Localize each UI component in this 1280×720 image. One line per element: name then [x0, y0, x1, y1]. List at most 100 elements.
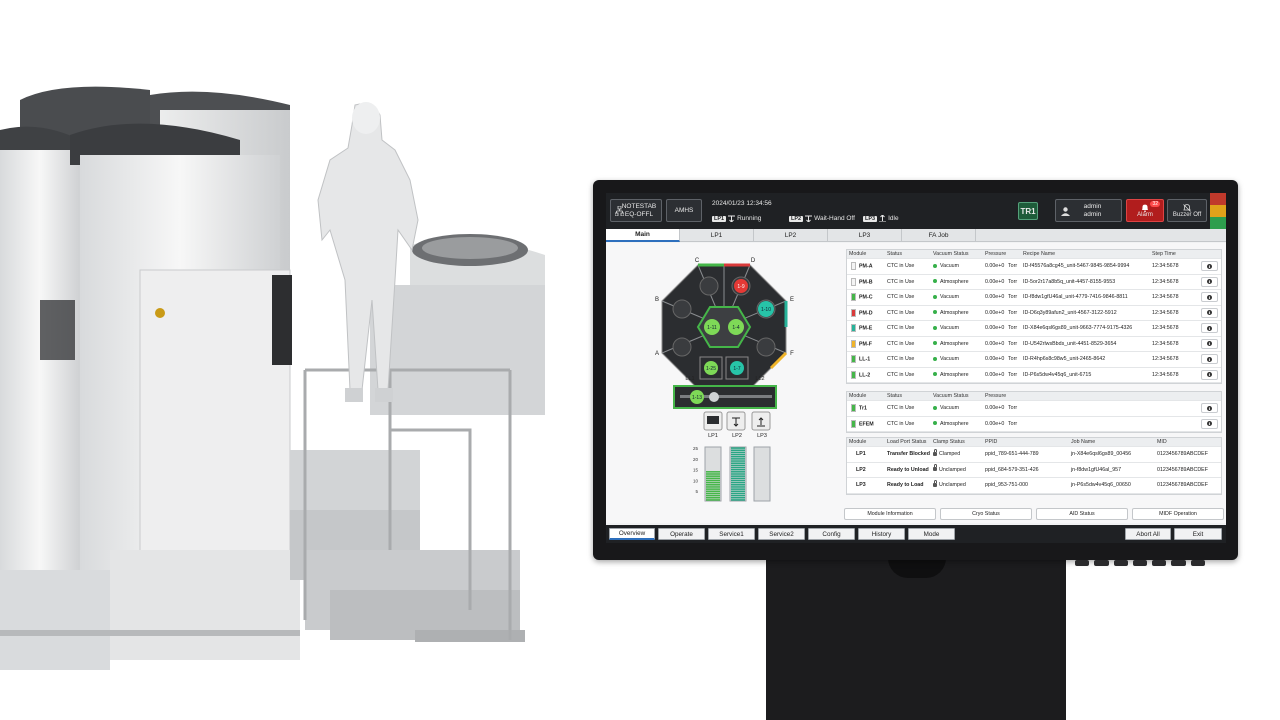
table-row[interactable]: PM-C CTC in Use Vacuum 0.00e+0 Torr ID-f8dw1g… — [847, 290, 1221, 306]
wafer-slot — [731, 455, 745, 458]
pressure-cell: 0.00e+0 — [985, 309, 1005, 316]
button-label: Module Information — [867, 511, 913, 517]
cryo-status-button[interactable]: Cryo Status — [940, 508, 1032, 520]
info-icon: i — [1207, 356, 1212, 362]
status-cell: CTC in Use — [887, 309, 915, 316]
wafer-label: 1-9 — [737, 284, 744, 290]
wafer-label: 1-7 — [733, 366, 740, 372]
table-row[interactable]: PM-F CTC in Use Atmosphere 0.00e+0 Torr ID-U5… — [847, 337, 1221, 352]
lp3-slot-gauge[interactable] — [753, 446, 771, 502]
abort-all-button[interactable]: Abort All — [1125, 528, 1171, 540]
amhs-button[interactable]: AMHS — [666, 199, 702, 222]
lp3-state: LP3 Idle — [863, 215, 899, 222]
table-row[interactable]: LL-2 CTC in Use Atmosphere 0.00e+0 Torr ID-P6… — [847, 368, 1221, 383]
lp3-tag: LP3 — [863, 215, 878, 222]
footer-tab-config[interactable]: Config — [808, 528, 855, 540]
aid-status-button[interactable]: AID Status — [1036, 508, 1128, 520]
tool-status-button[interactable]: NOTESTAB EQ-OFFL — [610, 199, 662, 222]
footer-tab-history[interactable]: History — [858, 528, 905, 540]
pm-f-chamber[interactable] — [756, 337, 776, 357]
wafer-slot — [731, 490, 745, 493]
vacuum-status: Atmosphere — [940, 371, 969, 378]
table-header-row: Module Status Vacuum Status Pressure Recipe … — [847, 250, 1221, 259]
clamp-status: Clamped — [939, 451, 961, 458]
alarm-button[interactable]: Alarm 32 — [1126, 199, 1164, 222]
recipe-cell: ID-P6s5dw4v45q6_unit-6715 — [1023, 371, 1092, 378]
recipe-cell: ID-X84e6qsl6gs89_unit-9663-7774-9175-432… — [1023, 325, 1133, 332]
tab-lp3[interactable]: LP3 — [828, 229, 902, 242]
user-button[interactable]: admin admin — [1055, 199, 1122, 222]
wafer-slot — [706, 473, 720, 475]
module-cell: PM-C — [851, 293, 873, 302]
wafer-slot — [731, 499, 745, 501]
tab-main[interactable]: Main — [606, 229, 680, 242]
step-time-cell: 12:34:5678 — [1152, 325, 1179, 332]
table-row[interactable]: PM-B CTC in Use Atmosphere 0.00e+0 Torr ID-5o… — [847, 275, 1221, 290]
vacuum-status: Atmosphere — [940, 278, 969, 285]
info-icon: i — [1207, 372, 1212, 378]
footer-tab-service1[interactable]: Service1 — [708, 528, 755, 540]
tab-lp1[interactable]: LP1 — [680, 229, 754, 242]
table-row[interactable]: LP1 Transfer Blocked Clamped ppid_789-651-4… — [847, 447, 1221, 463]
tab-fa-job[interactable]: FA Job — [902, 229, 976, 242]
signal-tower-strip — [1210, 193, 1226, 229]
recipe-cell: ID-f8dw1gfU46al_unit-4779-7416-9846-8811 — [1023, 294, 1128, 301]
table-row[interactable]: LP2 Ready to Unload Unclamped ppid_684-579-… — [847, 463, 1221, 478]
pressure-unit: Torr — [1008, 294, 1018, 301]
column-header: Module — [849, 251, 867, 257]
process-module-table: Module Status Vacuum Status Pressure Recipe … — [846, 249, 1222, 384]
info-button[interactable]: i — [1201, 338, 1218, 349]
wafer-slot — [706, 484, 720, 486]
tab-label: LP2 — [784, 232, 797, 239]
info-button[interactable]: i — [1201, 261, 1218, 272]
info-button[interactable]: i — [1201, 369, 1218, 380]
footer-tab-service2[interactable]: Service2 — [758, 528, 805, 540]
wafer-slot — [731, 477, 745, 480]
table-row[interactable]: PM-A CTC in Use Vacuum 0.00e+0 Torr ID-f45576… — [847, 259, 1221, 275]
tab-lp2[interactable]: LP2 — [754, 229, 828, 242]
table-row[interactable]: PM-E CTC in Use Vacuum 0.00e+0 Torr ID-X84e6q… — [847, 321, 1221, 337]
status-cell: CTC in Use — [887, 263, 915, 270]
module-color-swatch — [851, 308, 856, 317]
info-button[interactable]: i — [1201, 307, 1218, 318]
exit-button[interactable]: Exit — [1174, 528, 1222, 540]
table-row[interactable]: LP3 Ready to Load Unclamped ppid_953-751-00… — [847, 478, 1221, 494]
buzzer-off-button[interactable]: Buzzer Off — [1167, 199, 1207, 222]
info-button[interactable]: i — [1201, 292, 1218, 303]
pm-b-chamber[interactable] — [672, 299, 692, 319]
info-button[interactable]: i — [1201, 418, 1218, 429]
vacuum-status-dot — [933, 341, 937, 346]
recipe-cell: ID-R4hp6s8c98w5_unit-2465-8642 — [1023, 356, 1106, 363]
info-button[interactable]: i — [1201, 403, 1218, 414]
wafer-slot — [731, 462, 745, 464]
chamber-label-e: E — [790, 297, 794, 303]
step-time-cell: 12:34:5678 — [1152, 356, 1179, 363]
table-row[interactable]: Tr1 CTC in Use Vacuum 0.00e+0 Torr i — [847, 401, 1221, 417]
alarm-count-badge: 32 — [1150, 201, 1160, 207]
table-row[interactable]: LL-1 CTC in Use Vacuum 0.00e+0 Torr ID-R4hp6s… — [847, 352, 1221, 368]
tool-name: NOTESTAB — [621, 202, 657, 210]
info-button[interactable]: i — [1201, 276, 1218, 287]
tr1-badge[interactable]: TR1 — [1018, 202, 1038, 220]
table-row[interactable]: PM-D CTC in Use Atmosphere 0.00e+0 Torr ID-D6… — [847, 306, 1221, 321]
footer-tab-overview[interactable]: Overview — [609, 528, 655, 540]
wafer-slot — [706, 475, 720, 477]
vacuum-cell: Vacuum — [933, 263, 959, 269]
footer-tab-operate[interactable]: Operate — [658, 528, 705, 540]
info-button[interactable]: i — [1201, 323, 1218, 334]
module-information-button[interactable]: Module Information — [844, 508, 936, 520]
recipe-cell: ID-f45576a8cg45_unit-5467-9845-9854-9994 — [1023, 263, 1130, 270]
module-cell: Tr1 — [851, 404, 867, 413]
pm-c-chamber[interactable] — [699, 276, 719, 296]
footer-bar: Overview Operate Service1 Service2 Confi… — [606, 525, 1226, 543]
wafer-slot — [706, 479, 720, 482]
pm-a-chamber[interactable] — [672, 337, 692, 357]
job-name-cell: jn-X84e6qsl6gs89_00456 — [1071, 451, 1132, 458]
midf-operation-button[interactable]: MIDF Operation — [1132, 508, 1224, 520]
footer-tab-mode[interactable]: Mode — [908, 528, 955, 540]
table-header-row: Module Load Port Status Clamp Status PPID Jo… — [847, 438, 1221, 447]
vacuum-cell: Atmosphere — [933, 310, 969, 316]
column-header: Clamp Status — [933, 439, 965, 445]
table-row[interactable]: EFEM CTC in Use Atmosphere 0.00e+0 Torr i — [847, 417, 1221, 432]
info-button[interactable]: i — [1201, 354, 1218, 365]
